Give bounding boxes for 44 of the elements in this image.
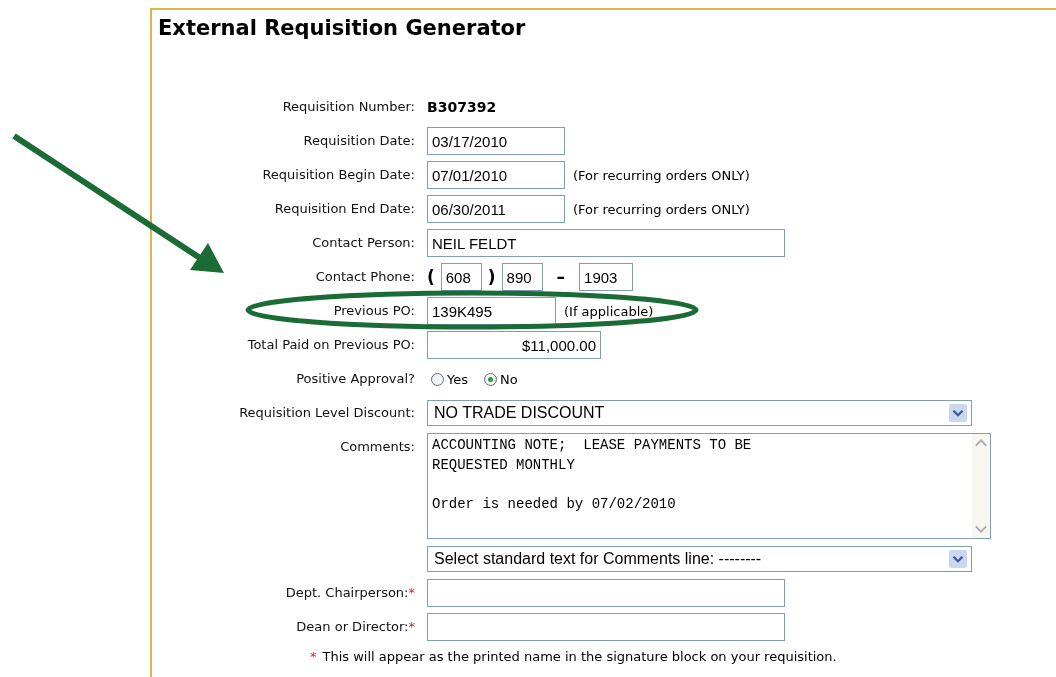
input-field[interactable]: $11,000.00 [427,331,601,359]
input-field[interactable]: 03/17/2010 [427,127,565,155]
phone-separator: ) [487,267,496,287]
field-hint: (For recurring orders ONLY) [573,201,750,217]
input-field[interactable] [427,579,785,607]
input-field[interactable]: NEIL FELDT [427,229,785,257]
dropdown[interactable]: Select standard text for Comments line: -------- [427,546,972,572]
input-field[interactable]: 139K495 [427,297,556,325]
field-label: Previous PO: [333,303,415,318]
footnote: This will appear as the printed name in the signature block on your requisition. [322,649,837,664]
field-label: Requisition Begin Date: [262,167,415,182]
chevron-down-icon [949,404,967,422]
radio-option[interactable]: No [484,371,518,387]
field-label: Total Paid on Previous PO: [247,337,415,352]
required-marker: * [310,649,317,664]
input-field[interactable]: 06/30/2011 [427,195,565,223]
field-label: Requisition Date: [303,133,415,148]
radio-option[interactable]: Yes [431,371,468,387]
field-label: Contact Person: [312,235,415,250]
field-label: Requisition Level Discount: [239,405,415,420]
field-label: Contact Phone: [315,269,415,284]
field-label: Positive Approval? [296,371,415,386]
field-label: Dean or Director: [296,619,409,634]
phone-number-field[interactable]: 1903 [579,263,634,291]
input-field[interactable]: 07/01/2010 [427,161,565,189]
field-hint: (For recurring orders ONLY) [573,167,750,183]
required-marker: * [408,619,415,634]
dropdown[interactable]: NO TRADE DISCOUNT [427,400,972,426]
chevron-down-icon [949,550,967,568]
phone-separator: ( [427,267,435,287]
input-field[interactable] [427,613,785,641]
field-label: Dept. Chairperson: [285,585,409,600]
area-code-field[interactable]: 608 [440,263,482,291]
page-title: External Requisition Generator [158,16,527,40]
phone-separator: – [556,267,566,287]
field-hint: (If applicable) [564,303,654,319]
field-label: Comments: [340,439,415,454]
field-label: Requisition End Date: [274,201,415,216]
comments-field[interactable]: ACCOUNTING NOTE; LEASE PAYMENTS TO BE REQUESTED MONTHLY Order is needed by 07/02/2010 [427,433,991,539]
required-marker: * [408,585,415,600]
scrollbar[interactable] [972,434,990,538]
requisition-number: B307392 [427,99,497,115]
phone-prefix-field[interactable]: 890 [501,263,543,291]
field-label: Requisition Number: [282,99,415,114]
